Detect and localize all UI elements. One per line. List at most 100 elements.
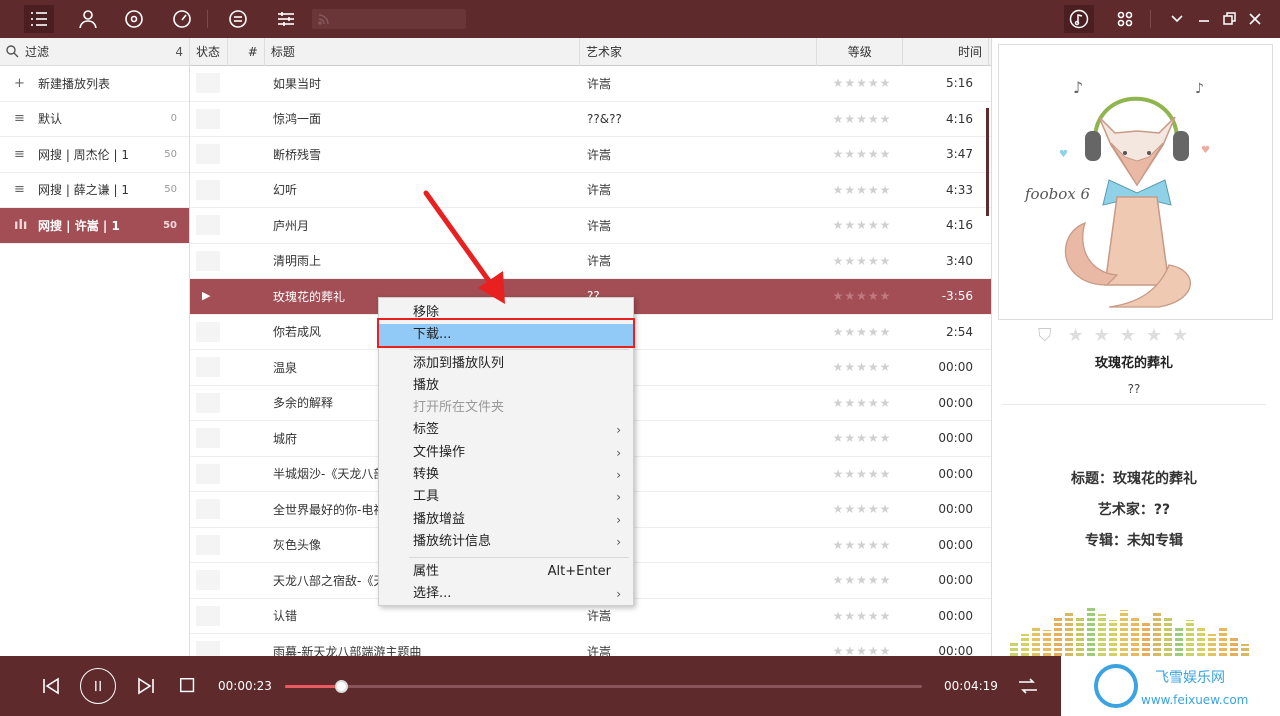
context-menu-item[interactable]: 文件操作 › (379, 442, 633, 464)
close-icon[interactable] (1240, 5, 1270, 33)
sidebar-item[interactable]: ≡ 默认 0 (0, 102, 189, 137)
track-rating[interactable]: ★★★★★ (819, 112, 905, 126)
list-icon[interactable] (24, 5, 54, 33)
track-time: -3:56 (941, 289, 973, 304)
track-rating[interactable]: ★★★★★ (819, 573, 905, 587)
track-title: 幻听 (273, 183, 298, 198)
track-time: 4:16 (946, 218, 973, 233)
track-list-scrollbar[interactable] (986, 108, 989, 216)
context-menu-item[interactable]: 转换 › (379, 464, 633, 486)
track-thumbnail (196, 463, 220, 484)
submenu-arrow-icon: › (616, 446, 621, 460)
col-header-title[interactable]: 标题 (265, 38, 581, 66)
rss-search-box[interactable] (312, 9, 466, 29)
rating-star-5[interactable]: ★ (1172, 325, 1188, 346)
next-icon[interactable] (135, 675, 157, 697)
col-header-artist[interactable]: 艺术家 (580, 38, 818, 66)
col-header-status[interactable]: 状态 (190, 38, 228, 66)
rating-star-1[interactable]: ★ (1068, 325, 1084, 346)
status-cell (190, 215, 228, 236)
track-rating[interactable]: ★★★★★ (819, 254, 905, 268)
track-time: 00:00 (938, 360, 973, 375)
sidebar-item[interactable]: ılı 网搜 | 许嵩 | 1 50 (0, 208, 189, 244)
track-thumbnail (196, 428, 220, 449)
track-rating[interactable]: ★★★★★ (819, 467, 905, 481)
rating-star-3[interactable]: ★ (1120, 325, 1136, 346)
context-menu-item[interactable]: 播放 (379, 375, 633, 397)
seek-bar-track[interactable] (285, 685, 922, 688)
info-title: 标题：玫瑰花的葬礼 (1071, 471, 1197, 487)
track-rating[interactable]: ★★★★★ (819, 502, 905, 516)
now-playing-title: 玫瑰花的葬礼 (1094, 356, 1173, 371)
track-rating[interactable]: ★★★★★ (819, 360, 905, 374)
context-menu-item[interactable]: 播放统计信息 › (379, 531, 633, 553)
context-menu-item[interactable]: 播放增益 › (379, 509, 633, 531)
status-cell (190, 605, 228, 626)
info-artist: 艺术家：?? (1097, 502, 1171, 518)
track-rating[interactable]: ★★★★★ (819, 325, 905, 339)
track-rating[interactable]: ★★★★★ (819, 218, 905, 232)
col-header-rating[interactable]: 等级 (817, 38, 904, 66)
stop-icon[interactable] (178, 676, 198, 696)
track-rating[interactable]: ★★★★★ (819, 538, 905, 552)
album-art: ♪ ♪ ♥ ♥ foobox 6 (998, 44, 1273, 320)
equalizer-icon[interactable] (223, 5, 253, 33)
sidebar-item[interactable]: + 新建播放列表 (0, 66, 189, 102)
now-playing-artist: ?? (1127, 382, 1141, 396)
col-header-time[interactable]: 时间 (903, 38, 990, 66)
track-row[interactable]: 雨幕-新天龙八部端游主题曲 许嵩 ★★★★★ 00:00 (190, 634, 991, 656)
sidebar-item[interactable]: ≡ 网搜 | 薛之谦 | 1 50 (0, 173, 189, 208)
status-cell (190, 570, 228, 591)
track-rating[interactable]: ★★★★★ (819, 76, 905, 90)
track-row[interactable]: 清明雨上 许嵩 ★★★★★ 3:40 (190, 244, 991, 279)
track-row[interactable]: 庐州月 许嵩 ★★★★★ 4:16 (190, 208, 991, 244)
track-rating[interactable]: ★★★★★ (819, 147, 905, 161)
track-rating[interactable]: ★★★★★ (819, 289, 905, 303)
track-thumbnail (196, 570, 220, 591)
track-row[interactable]: 惊鸿一面 ??&?? ★★★★★ 4:16 (190, 102, 991, 137)
playlist-icon: ≡ (14, 182, 25, 198)
total-time: 00:04:19 (944, 679, 998, 693)
svg-text:♥: ♥ (1201, 145, 1210, 156)
playback-bar: 00:00:23 00:04:19 (0, 656, 1061, 716)
track-rating[interactable]: ★★★★★ (819, 431, 905, 445)
context-menu-item[interactable]: 选择... › (379, 583, 633, 605)
rating-star-2[interactable]: ★ (1094, 325, 1110, 346)
context-menu-item[interactable]: 属性 Alt+Enter (379, 561, 633, 583)
previous-icon[interactable] (40, 675, 62, 697)
bookmark-icon[interactable]: ⛉ (1038, 325, 1052, 346)
music-note-icon[interactable] (1064, 5, 1094, 33)
col-header-number[interactable]: # (228, 38, 265, 66)
track-row[interactable]: 如果当时 许嵩 ★★★★★ 5:16 (190, 66, 991, 102)
sidebar-item[interactable]: ≡ 网搜 | 周杰伦 | 1 50 (0, 137, 189, 173)
now-playing-rating[interactable]: ⛉ ★ ★ ★ ★ ★ (1038, 324, 1238, 346)
track-rating[interactable]: ★★★★★ (819, 396, 905, 410)
spectrum-bar (1109, 620, 1117, 656)
filter-box[interactable]: 过滤 4 (0, 38, 189, 66)
context-menu-item[interactable]: 工具 › (379, 486, 633, 508)
track-time: 00:00 (938, 502, 973, 517)
submenu-arrow-icon: › (616, 423, 621, 437)
spectrum-bar (1021, 634, 1029, 656)
spectrum-bar (1230, 638, 1238, 656)
track-rating[interactable]: ★★★★★ (819, 609, 905, 623)
playback-order-icon[interactable] (1017, 675, 1039, 697)
context-menu-item[interactable]: 标签 › (379, 419, 633, 441)
chevron-down-icon[interactable] (1162, 5, 1192, 33)
rating-star-4[interactable]: ★ (1146, 325, 1162, 346)
track-row[interactable]: 幻听 许嵩 ★★★★★ 4:33 (190, 173, 991, 208)
status-cell (190, 641, 228, 656)
gauge-icon[interactable] (167, 5, 197, 33)
track-row[interactable]: 断桥残雪 许嵩 ★★★★★ 3:47 (190, 137, 991, 173)
track-title: 如果当时 (273, 76, 322, 91)
user-icon[interactable] (73, 5, 103, 33)
pause-button[interactable] (80, 668, 116, 704)
disc-icon[interactable] (119, 5, 149, 33)
sliders-icon[interactable] (271, 5, 301, 33)
seek-bar-handle[interactable] (335, 680, 349, 693)
track-rating[interactable]: ★★★★★ (819, 644, 905, 656)
track-rating[interactable]: ★★★★★ (819, 183, 905, 197)
grid-icon[interactable] (1110, 5, 1140, 33)
context-menu-item[interactable]: 添加到播放队列 (379, 353, 633, 375)
track-thumbnail (196, 215, 220, 236)
